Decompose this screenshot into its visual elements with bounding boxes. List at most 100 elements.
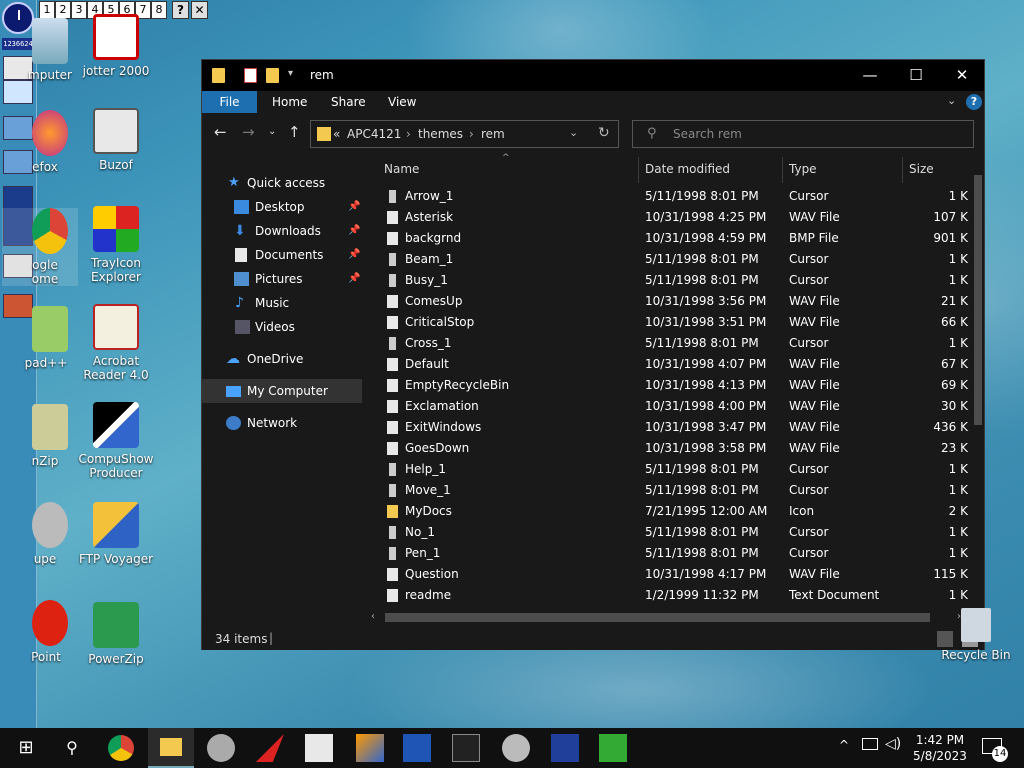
star-app-icon[interactable] xyxy=(551,734,579,762)
scroll-thumb[interactable] xyxy=(974,175,982,425)
desktop-icon-firefox[interactable]: efox xyxy=(2,110,78,174)
tab-share[interactable]: Share xyxy=(321,91,376,113)
file-row[interactable]: Beam_1 5/11/1998 8:01 PM Cursor 1 K xyxy=(365,249,970,270)
address-bar[interactable]: « APC4121 › themes › rem ⌄ ↻ xyxy=(310,120,619,148)
column-divider[interactable] xyxy=(902,157,903,183)
vertical-scrollbar[interactable] xyxy=(972,153,984,608)
desktop-icon-chrome[interactable]: ogle ome xyxy=(2,208,78,286)
show-hidden-icons-icon[interactable]: ^ xyxy=(839,738,849,752)
nav-documents[interactable]: Documents 📌 xyxy=(202,243,362,267)
nav-pictures[interactable]: Pictures 📌 xyxy=(202,267,362,291)
desktop-icon-compushow[interactable]: CompuShow Producer xyxy=(78,402,154,480)
media-icon[interactable] xyxy=(356,734,384,762)
nav-downloads[interactable]: ⬇ Downloads 📌 xyxy=(202,219,362,243)
tool-icon[interactable] xyxy=(502,734,530,762)
workspace-close-button[interactable]: ✕ xyxy=(191,1,208,19)
column-divider[interactable] xyxy=(782,157,783,183)
refresh-icon[interactable]: ↻ xyxy=(598,125,610,141)
search-icon[interactable]: ⚲ xyxy=(58,734,86,762)
terminal-icon[interactable] xyxy=(452,734,480,762)
file-row[interactable]: MyDocs 7/21/1995 12:00 AM Icon 2 K xyxy=(365,501,970,522)
desktop-icon-jotter[interactable]: jotter 2000 xyxy=(78,14,154,78)
system-clock[interactable]: 1:42 PM 5/8/2023 xyxy=(912,732,968,764)
file-row[interactable]: No_1 5/11/1998 8:01 PM Cursor 1 K xyxy=(365,522,970,543)
desktop-icon-recycle-bin[interactable]: Recycle Bin xyxy=(938,608,1014,662)
desktop-icon-point[interactable]: Point xyxy=(2,600,78,664)
nav-music[interactable]: ♪ Music xyxy=(202,291,362,315)
file-explorer-taskbar-button[interactable] xyxy=(148,728,194,768)
column-name[interactable]: Name xyxy=(384,162,419,176)
minimize-button[interactable]: — xyxy=(847,60,893,91)
tab-home[interactable]: Home xyxy=(262,91,317,113)
pin-icon[interactable]: 📌 xyxy=(348,219,360,243)
properties-icon[interactable] xyxy=(244,68,257,83)
nav-network[interactable]: Network xyxy=(202,411,362,435)
file-row[interactable]: Default 10/31/1998 4:07 PM WAV File 67 K xyxy=(365,354,970,375)
expand-ribbon-icon[interactable]: ⌄ xyxy=(947,94,956,107)
column-type[interactable]: Type xyxy=(789,162,817,176)
up-arrow-icon[interactable]: ↑ xyxy=(288,123,301,141)
file-row[interactable]: backgrnd 10/31/1998 4:59 PM BMP File 901 K xyxy=(365,228,970,249)
file-row[interactable]: Asterisk 10/31/1998 4:25 PM WAV File 107 K xyxy=(365,207,970,228)
search-box[interactable]: ⚲ Search rem xyxy=(632,120,974,148)
nav-onedrive[interactable]: ☁ OneDrive xyxy=(202,347,362,371)
scroll-left-icon[interactable]: ‹ xyxy=(371,611,375,622)
file-row[interactable]: GoesDown 10/31/1998 3:58 PM WAV File 23 K xyxy=(365,438,970,459)
desktop-icon-powerzip[interactable]: PowerZip xyxy=(78,602,154,666)
ftp-icon[interactable] xyxy=(403,734,431,762)
chrome-icon[interactable] xyxy=(108,735,134,761)
file-row[interactable]: ExitWindows 10/31/1998 3:47 PM WAV File 436… xyxy=(365,417,970,438)
file-row[interactable]: Move_1 5/11/1998 8:01 PM Cursor 1 K xyxy=(365,480,970,501)
file-row[interactable]: ComesUp 10/31/1998 3:56 PM WAV File 21 K xyxy=(365,291,970,312)
desktop-icon-trayicon[interactable]: TrayIcon Explorer xyxy=(78,206,154,284)
pin-icon[interactable]: 📌 xyxy=(348,195,360,219)
file-row[interactable]: Question 10/31/1998 4:17 PM WAV File 115 K xyxy=(365,564,970,585)
network-tray-icon[interactable] xyxy=(862,738,878,750)
tab-view[interactable]: View xyxy=(378,91,426,113)
nav-quick-access[interactable]: ★ Quick access xyxy=(202,171,362,195)
horizontal-scrollbar[interactable]: ‹ › xyxy=(365,608,972,628)
forward-arrow-icon[interactable]: → xyxy=(242,123,255,141)
workspace-2[interactable]: 2 xyxy=(55,1,71,19)
nav-videos[interactable]: Videos xyxy=(202,315,362,339)
windows-start-icon[interactable]: ⊞ xyxy=(12,734,40,762)
breadcrumb-apc4121[interactable]: APC4121 xyxy=(347,127,401,141)
file-row[interactable]: Cross_1 5/11/1998 8:01 PM Cursor 1 K xyxy=(365,333,970,354)
file-row[interactable]: Busy_1 5/11/1998 8:01 PM Cursor 1 K xyxy=(365,270,970,291)
arrow-app-icon[interactable] xyxy=(256,734,284,762)
file-row[interactable]: CriticalStop 10/31/1998 3:51 PM WAV File 66… xyxy=(365,312,970,333)
column-divider[interactable] xyxy=(638,157,639,183)
recent-locations-icon[interactable]: ⌄ xyxy=(268,126,276,137)
file-row[interactable]: Arrow_1 5/11/1998 8:01 PM Cursor 1 K xyxy=(365,186,970,207)
breadcrumb-themes[interactable]: themes xyxy=(418,127,463,141)
column-date-modified[interactable]: Date modified xyxy=(645,162,730,176)
tab-file[interactable]: File xyxy=(202,91,257,113)
breadcrumb-rem[interactable]: rem xyxy=(481,127,505,141)
desktop-icon-buzof[interactable]: Buzof xyxy=(78,108,154,172)
address-dropdown-icon[interactable]: ⌄ xyxy=(569,126,578,139)
workspace-help-button[interactable]: ? xyxy=(172,1,189,19)
file-row[interactable]: Exclamation 10/31/1998 4:00 PM WAV File 30 … xyxy=(365,396,970,417)
close-button[interactable]: ✕ xyxy=(939,60,985,91)
scroll-thumb[interactable] xyxy=(385,613,930,622)
desktop-icon-notepad[interactable]: pad++ xyxy=(2,306,78,370)
nav-desktop[interactable]: Desktop 📌 xyxy=(202,195,362,219)
desktop-icon-magnifier[interactable]: upe xyxy=(2,502,78,566)
file-row[interactable]: EmptyRecycleBin 10/31/1998 4:13 PM WAV Fil… xyxy=(365,375,970,396)
recycle-app-icon[interactable] xyxy=(599,734,627,762)
pin-icon[interactable]: 📌 xyxy=(348,243,360,267)
nav-my-computer[interactable]: My Computer xyxy=(202,379,362,403)
file-row[interactable]: Pen_1 5/11/1998 8:01 PM Cursor 1 K xyxy=(365,543,970,564)
buzof-icon[interactable] xyxy=(305,734,333,762)
file-row[interactable]: Help_1 5/11/1998 8:01 PM Cursor 1 K xyxy=(365,459,970,480)
back-arrow-icon[interactable]: ← xyxy=(214,123,227,141)
file-row[interactable]: readme 1/2/1999 11:32 PM Text Document 1 K xyxy=(365,585,970,606)
new-folder-icon[interactable] xyxy=(266,68,279,83)
desktop-icon-acrobat[interactable]: Acrobat Reader 4.0 xyxy=(78,304,154,382)
address-prefix[interactable]: « xyxy=(333,127,340,141)
desktop-icon-ftp-voyager[interactable]: FTP Voyager xyxy=(78,502,154,566)
desktop-icon-winzip[interactable]: nZip xyxy=(2,404,78,468)
column-size[interactable]: Size xyxy=(909,162,934,176)
monitor-icon[interactable] xyxy=(3,80,33,104)
search-input[interactable]: Search rem xyxy=(673,127,742,141)
